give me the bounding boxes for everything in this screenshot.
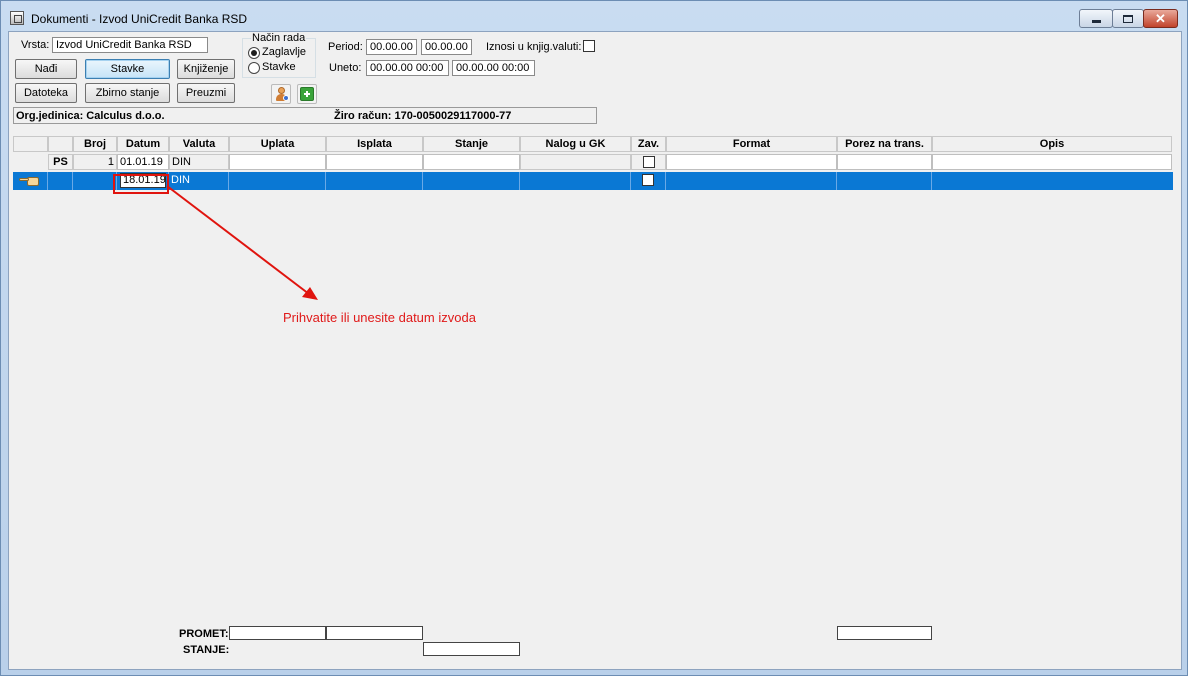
annotation-text: Prihvatite ili unesite datum izvoda [283, 310, 476, 325]
zbirno-stanje-label: Zbirno stanje [95, 87, 160, 99]
uneto-from-field[interactable]: 00.00.00 00:00 [366, 60, 449, 76]
promet-label: PROMET: [179, 628, 229, 640]
row1-marker: PS [48, 154, 73, 170]
row2-uplata[interactable] [229, 172, 326, 190]
row1-porez[interactable] [837, 154, 932, 170]
vrsta-label: Vrsta: [21, 39, 50, 51]
row1-zav [631, 154, 666, 170]
col-nalog-gk[interactable]: Nalog u GK [520, 136, 631, 152]
close-icon: ✕ [1155, 10, 1166, 26]
zaglavlje-radio[interactable] [248, 47, 260, 59]
stavke-radio-label: Stavke [262, 61, 296, 73]
row1-format[interactable] [666, 154, 837, 170]
col-broj[interactable]: Broj [73, 136, 117, 152]
uneto-to-field[interactable]: 00.00.00 00:00 [452, 60, 535, 76]
col-uplata[interactable]: Uplata [229, 136, 326, 152]
ziro-racun-text: Žiro račun: 170-0050029117000-77 [334, 110, 512, 122]
nadji-label: Nađi [34, 63, 58, 75]
vrsta-field[interactable]: Izvod UniCredit Banka RSD [52, 37, 208, 53]
col-valuta[interactable]: Valuta [169, 136, 229, 152]
uneto-label: Uneto: [329, 62, 362, 74]
row1-opis[interactable] [932, 154, 1172, 170]
promet-uplata [229, 626, 326, 640]
period-to-field[interactable]: 00.00.00 [421, 39, 472, 55]
row2-stanje[interactable] [423, 172, 520, 190]
knjizenje-button[interactable]: Knjiženje [177, 59, 235, 79]
period-from-field[interactable]: 00.00.00 [366, 39, 417, 55]
row2-opis[interactable] [932, 172, 1173, 190]
org-jedinica-text: Org.jedinica: Calculus d.o.o. [16, 110, 165, 122]
iznosi-checkbox[interactable] [583, 40, 595, 52]
row1-isplata[interactable] [326, 154, 423, 170]
pointing-hand-icon [19, 175, 41, 187]
grid-marker-header [48, 136, 73, 152]
stanje-label: STANJE: [183, 644, 230, 656]
col-zav[interactable]: Zav. [631, 136, 666, 152]
maximize-button[interactable] [1112, 9, 1144, 28]
col-porez[interactable]: Porez na trans. [837, 136, 932, 152]
minimize-icon [1091, 20, 1101, 23]
col-format[interactable]: Format [666, 136, 837, 152]
row1-nalog [520, 154, 631, 170]
window-title: Dokumenti - Izvod UniCredit Banka RSD [31, 12, 248, 26]
close-button[interactable]: ✕ [1143, 9, 1178, 28]
user-info-icon [276, 87, 289, 101]
col-opis[interactable]: Opis [932, 136, 1172, 152]
zaglavlje-label: Zaglavlje [262, 46, 307, 58]
stavke-button[interactable]: Stavke [85, 59, 170, 79]
stavke-label: Stavke [110, 63, 145, 75]
preuzmi-label: Preuzmi [185, 87, 227, 99]
row2-isplata[interactable] [326, 172, 423, 190]
plus-icon [300, 87, 314, 101]
preuzmi-button[interactable]: Preuzmi [177, 83, 235, 103]
table-row-selected[interactable]: 18.01.19 DIN [13, 172, 1173, 190]
row1-uplata[interactable] [229, 154, 326, 170]
iznosi-label: Iznosi u knjig.valuti: [486, 41, 582, 53]
maximize-icon [1123, 14, 1133, 23]
col-stanje[interactable]: Stanje [423, 136, 520, 152]
period-label: Period: [328, 41, 363, 53]
info-bar: Org.jedinica: Calculus d.o.o. Žiro račun… [13, 107, 597, 124]
stavke-radio[interactable] [248, 62, 260, 74]
grid-corner [13, 136, 48, 152]
row2-porez[interactable] [837, 172, 932, 190]
window-icon [10, 11, 24, 25]
row1-stanje[interactable] [423, 154, 520, 170]
col-datum[interactable]: Datum [117, 136, 169, 152]
nacin-rada-label: Način rada [251, 32, 307, 44]
row1-valuta[interactable]: DIN [169, 154, 229, 170]
stanje-value [423, 642, 520, 656]
promet-isplata [326, 626, 423, 640]
row2-nalog [520, 172, 631, 190]
app-window: Dokumenti - Izvod UniCredit Banka RSD ✕ … [0, 0, 1188, 676]
row1-broj[interactable]: 1 [73, 154, 117, 170]
row2-valuta[interactable]: DIN [169, 172, 229, 190]
row2-indicator [13, 172, 48, 190]
row1-datum[interactable]: 01.01.19 [117, 154, 169, 170]
row1-zav-checkbox[interactable] [643, 156, 655, 168]
datoteka-label: Datoteka [23, 87, 69, 99]
datum-highlight-box [113, 174, 169, 194]
row2-marker [48, 172, 73, 190]
title-bar: Dokumenti - Izvod UniCredit Banka RSD ✕ [1, 1, 1187, 31]
promet-porez [837, 626, 932, 640]
nadji-button[interactable]: Nađi [15, 59, 77, 79]
client-area: Vrsta: Izvod UniCredit Banka RSD Nađi St… [8, 31, 1182, 670]
zbirno-stanje-button[interactable]: Zbirno stanje [85, 83, 170, 103]
row2-format[interactable] [666, 172, 837, 190]
user-info-button[interactable] [271, 84, 291, 104]
add-button[interactable] [297, 84, 317, 104]
row2-broj[interactable] [73, 172, 117, 190]
row2-zav-checkbox[interactable] [642, 174, 654, 186]
datoteka-button[interactable]: Datoteka [15, 83, 77, 103]
minimize-button[interactable] [1079, 9, 1113, 28]
col-isplata[interactable]: Isplata [326, 136, 423, 152]
annotation-arrow [166, 185, 318, 300]
knjizenje-label: Knjiženje [183, 63, 229, 75]
row2-zav [631, 172, 666, 190]
